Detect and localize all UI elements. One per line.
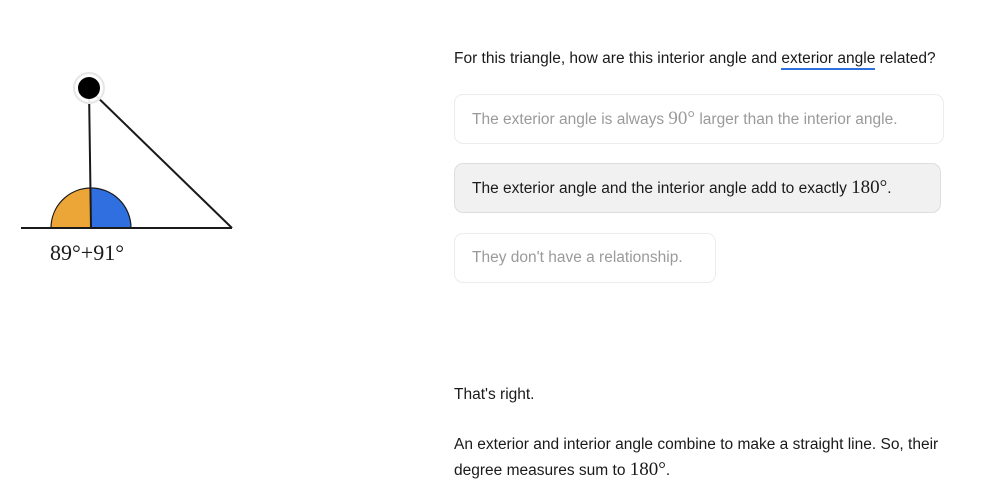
interior-angle-arc <box>50 187 92 229</box>
choice-always-90-larger[interactable]: The exterior angle is always 90° larger … <box>454 94 944 144</box>
choice-no-relationship[interactable]: They don't have a relationship. <box>454 233 716 283</box>
exterior-angle-arc <box>89 187 132 229</box>
feedback-explanation: An exterior and interior angle combine t… <box>454 436 939 480</box>
triangle-diagram: 89°+91° <box>0 0 420 300</box>
choice-add-to-180[interactable]: The exterior angle and the interior angl… <box>454 163 941 213</box>
angle-sum-label: 89°+91° <box>50 240 125 265</box>
exterior-angle-term-link[interactable]: exterior angle <box>781 50 876 70</box>
question-text: For this triangle, how are this interior… <box>454 49 985 70</box>
vertex-drag-handle[interactable] <box>73 72 105 104</box>
feedback-title: That's right. <box>454 386 535 403</box>
